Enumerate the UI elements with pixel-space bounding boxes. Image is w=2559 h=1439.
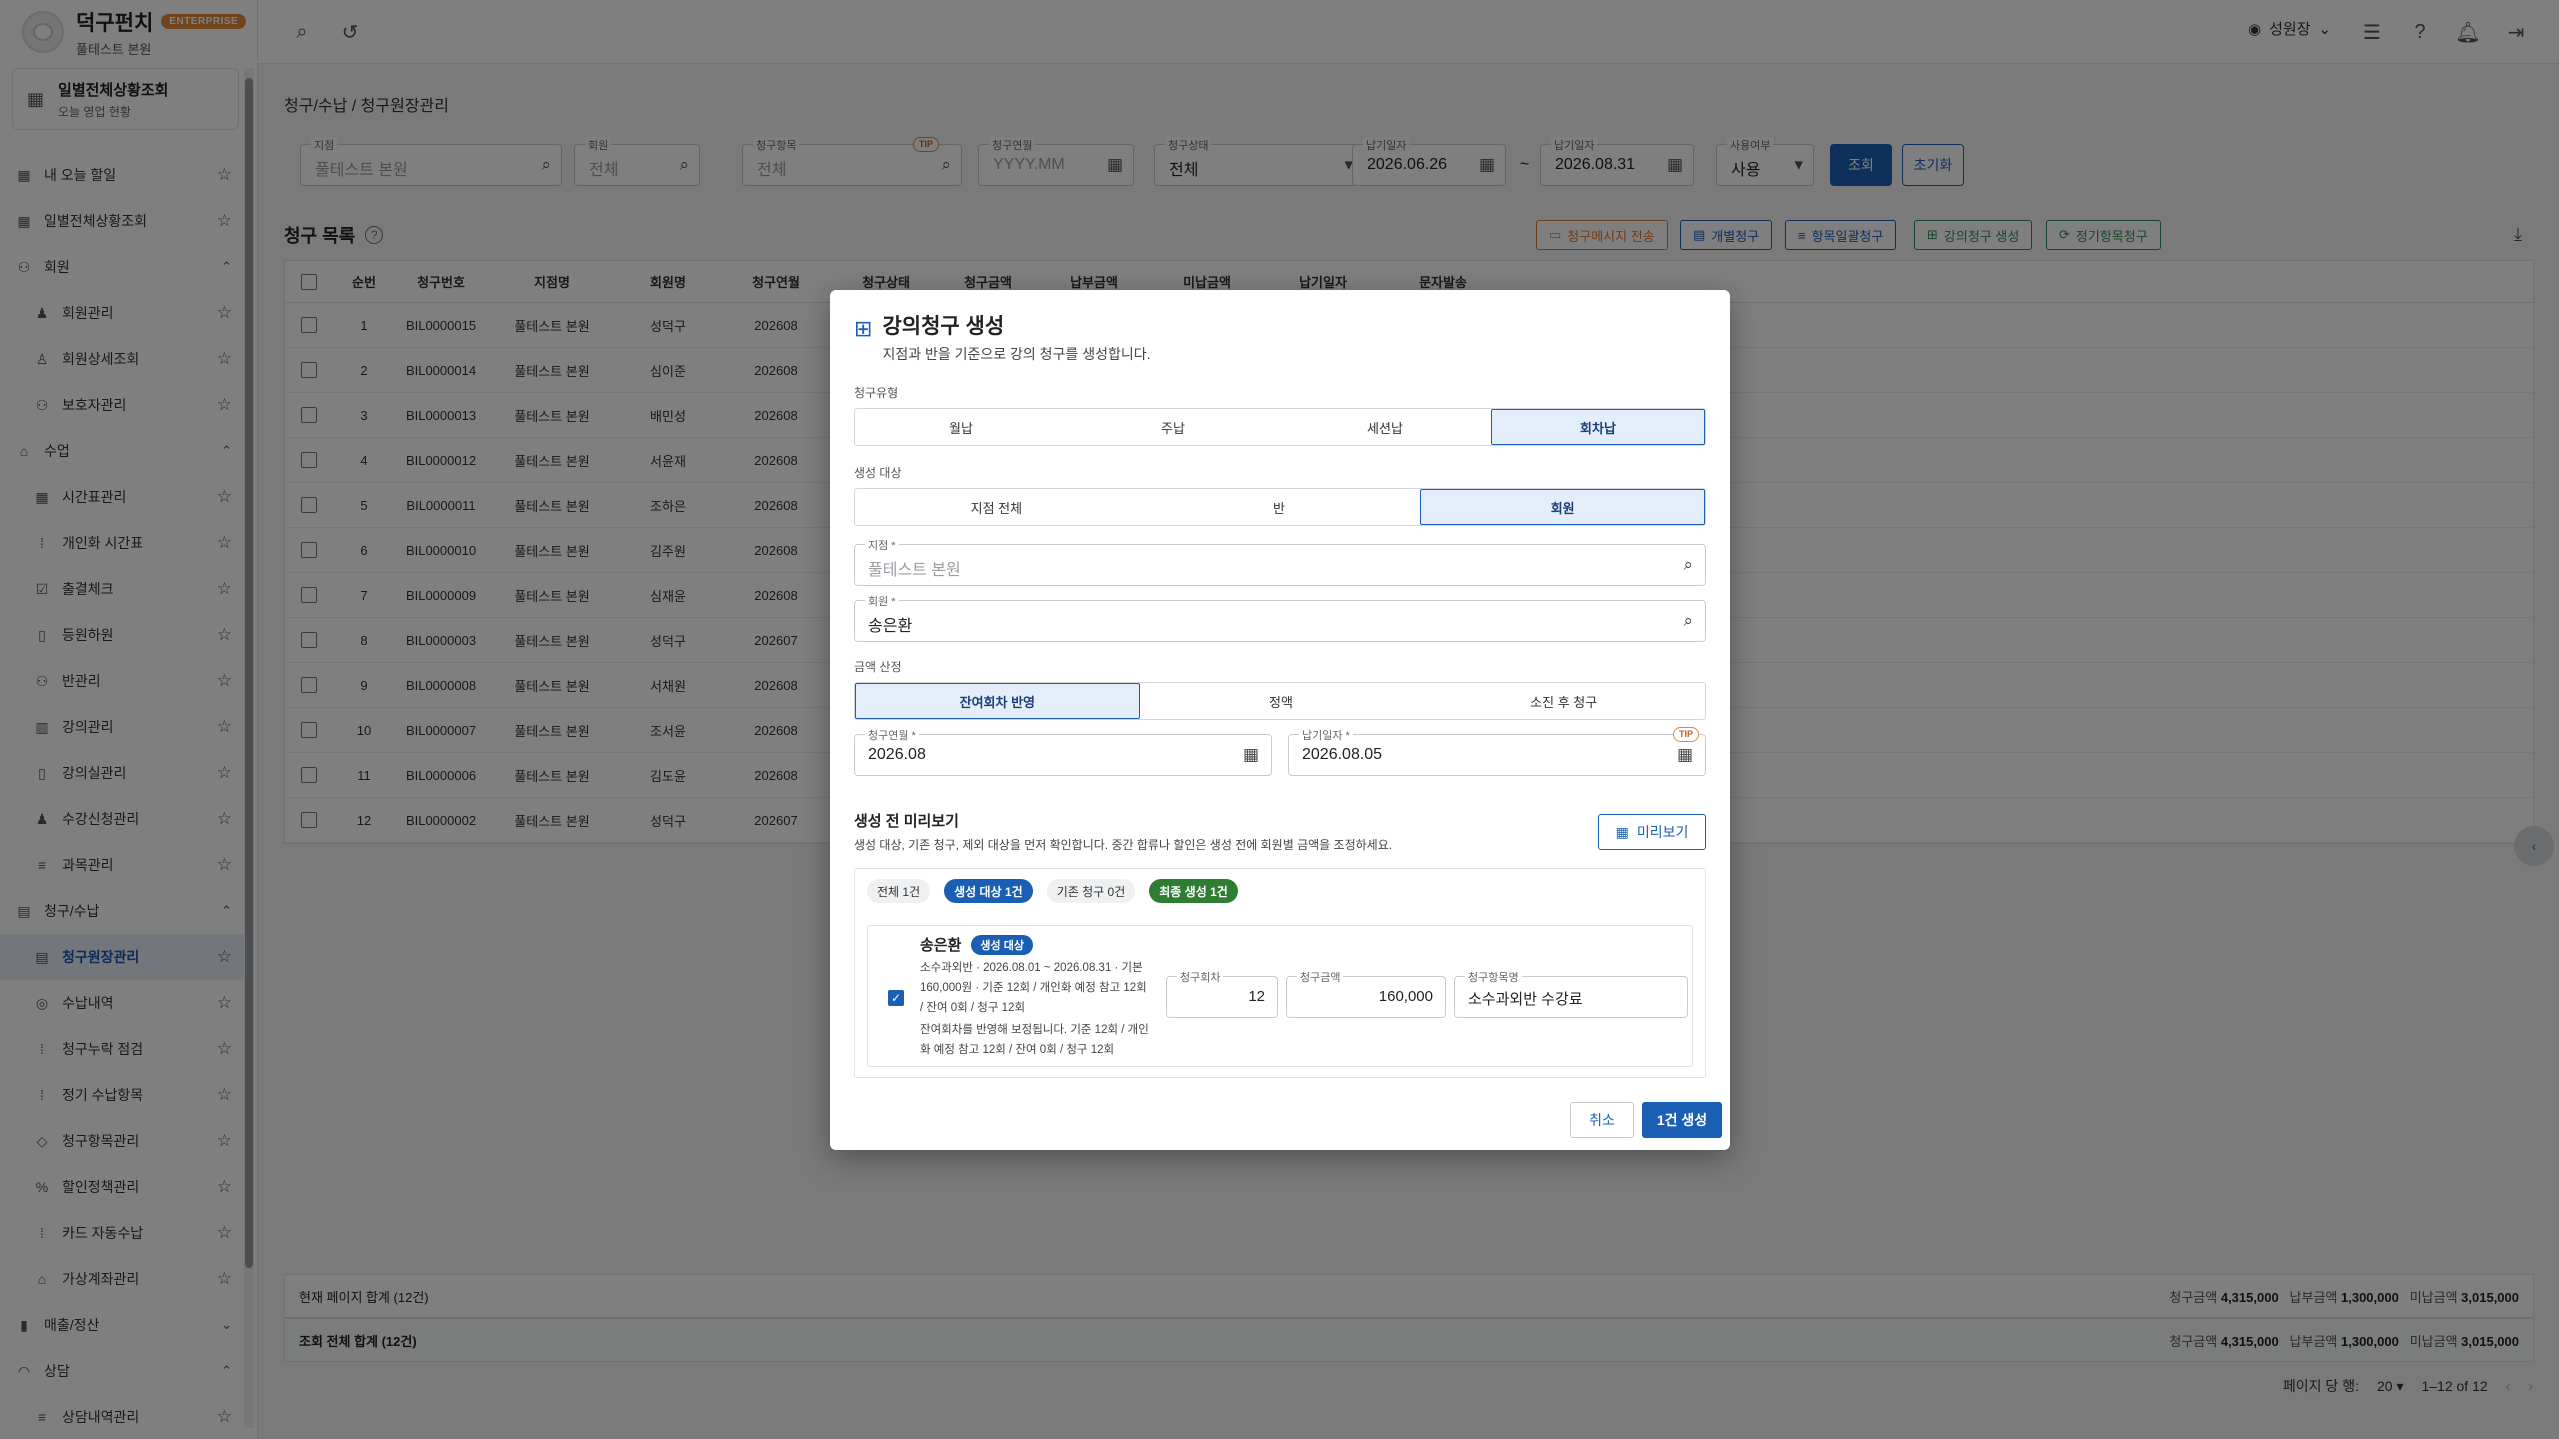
search-icon: ⌕ [1683,555,1693,574]
bill-amount-label: 청구금액 [1297,969,1344,985]
bill-item-name-label: 청구항목명 [1465,969,1522,985]
bill-type-option[interactable]: 회차납 [1491,409,1705,445]
status-badge: 생성 대상 [971,934,1033,955]
dialog-bill-month-label: 청구연월 * [865,727,919,743]
dialog-member-label: 회원 * [865,593,899,609]
calendar-icon: ▦ [1615,823,1629,840]
calendar-icon: ▦ [1676,745,1693,764]
dialog-branch-field[interactable]: 지점 * 풀테스트 본원 ⌕ [854,537,1706,586]
dialog-desc: 지점과 반을 기준으로 강의 청구를 생성합니다. [882,346,1151,362]
amount-mode-option[interactable]: 잔여회차 반영 [855,683,1140,719]
cancel-button[interactable]: 취소 [1570,1102,1634,1138]
amount-toggle: 잔여회차 반영 정액 소진 후 청구 [854,682,1706,720]
bill-type-label: 청구유형 [854,386,899,400]
preview-item: ✓ 송은환 생성 대상 소수과외반 · 2026.08.01 ~ 2026.08… [867,925,1693,1067]
amount-label: 금액 산정 [854,660,902,674]
dialog-member-field[interactable]: 회원 * 송은환 ⌕ [854,593,1706,642]
preview-chips: 전체 1건 생성 대상 1건 기존 청구 0건 최종 생성 1건 [867,879,1238,903]
preview-item-header: 송은환 생성 대상 [920,934,1033,955]
chip-targets[interactable]: 생성 대상 1건 [944,879,1033,903]
preview-desc: 생성 대상, 기존 청구, 제외 대상을 먼저 확인합니다. 중간 합류나 할인… [854,838,1393,852]
search-icon: ⌕ [1683,611,1693,630]
dialog-title: 강의청구 생성 [882,315,1005,338]
create-button[interactable]: 1건 생성 [1642,1102,1722,1138]
preview-item-note: 잔여회차를 반영해 보정됩니다. 기준 12회 / 개인화 예정 참고 12회 … [920,1024,1149,1056]
bill-type-option[interactable]: 월납 [855,409,1067,445]
dialog-bill-month-value: 2026.08 [868,746,926,763]
dialog-branch-value: 풀테스트 본원 [868,562,961,579]
bill-count-label: 청구회차 [1177,969,1224,985]
chevron-left-icon[interactable]: ‹ [2514,826,2554,866]
amount-mode-option[interactable]: 소진 후 청구 [1422,683,1705,719]
bill-type-option[interactable]: 세션납 [1279,409,1491,445]
bill-item-name-field[interactable]: 청구항목명 소수과외반 수강료 [1454,969,1688,1018]
amount-mode-option[interactable]: 정액 [1140,683,1423,719]
target-option[interactable]: 지점 전체 [855,489,1138,525]
preview-item-name: 송은환 [920,937,962,954]
target-option[interactable]: 회원 [1420,489,1706,525]
bill-type-option[interactable]: 주납 [1067,409,1279,445]
lecture-bill-dialog: ⊞ 강의청구 생성 지점과 반을 기준으로 강의 청구를 생성합니다. 청구유형… [830,290,1730,1150]
chip-total[interactable]: 전체 1건 [867,879,931,903]
bill-amount-value: 160,000 [1378,988,1433,1005]
bill-count-field[interactable]: 청구회차 12 [1166,969,1278,1018]
app-root: 덕구펀치ENTERPRISE 풀테스트 본원 ▦ 일별전체상황조회 오늘 영업 … [0,0,2559,1439]
preview-title: 생성 전 미리보기 [854,813,959,830]
preview-item-desc: 소수과외반 · 2026.08.01 ~ 2026.08.31 · 기본 160… [920,962,1147,1014]
calendar-icon: ▦ [1242,745,1259,764]
dialog-branch-label: 지점 * [865,537,899,553]
target-option[interactable]: 반 [1138,489,1421,525]
add-document-icon: ⊞ [854,316,873,341]
bill-amount-field[interactable]: 청구금액 160,000 [1286,969,1446,1018]
bill-type-toggle: 월납 주납 세션납 회차납 [854,408,1706,446]
dialog-header: ⊞ 강의청구 생성 지점과 반을 기준으로 강의 청구를 생성합니다. [854,310,1151,364]
preview-button[interactable]: ▦ 미리보기 [1598,814,1706,850]
preview-button-label: 미리보기 [1636,824,1689,840]
bill-item-name-value: 소수과외반 수강료 [1468,991,1583,1008]
preview-panel: 전체 1건 생성 대상 1건 기존 청구 0건 최종 생성 1건 ✓ 송은환 생… [854,868,1706,1078]
tip-badge[interactable]: TIP [1672,727,1699,742]
dialog-bill-month-field[interactable]: 청구연월 * 2026.08 ▦ [854,727,1272,776]
target-label: 생성 대상 [854,466,902,480]
chip-existing[interactable]: 기존 청구 0건 [1046,879,1136,903]
dialog-due-date-field[interactable]: 납기일자 * 2026.08.05 ▦ TIP [1288,727,1706,776]
dialog-due-date-label: 납기일자 * [1299,727,1353,743]
dialog-due-date-value: 2026.08.05 [1302,746,1383,763]
target-toggle: 지점 전체 반 회원 [854,488,1706,526]
dialog-member-value: 송은환 [868,618,913,635]
bill-count-value: 12 [1248,988,1265,1005]
chip-final[interactable]: 최종 생성 1건 [1149,879,1238,903]
preview-item-checkbox[interactable]: ✓ [888,990,904,1006]
